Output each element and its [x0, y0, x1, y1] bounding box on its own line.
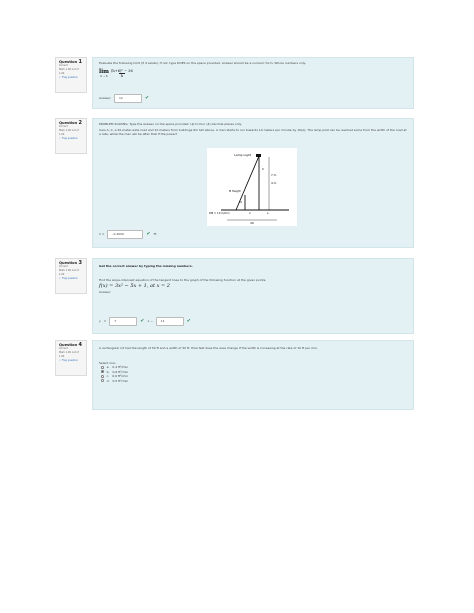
- limit-subscript: h → 6: [100, 75, 108, 79]
- equals-label: =: [103, 319, 107, 324]
- option-letter: d.: [106, 378, 110, 383]
- question-1-content: Evaluate the following limit (if it exis…: [92, 57, 414, 109]
- answer-row: y = 7 ✔ x − 11 ✔: [99, 317, 191, 326]
- intercept-input[interactable]: 11: [155, 317, 184, 326]
- man-height-label: M Height: [229, 189, 241, 193]
- limit-expression: lim h → 6 (h+6)² − 36 h: [99, 69, 407, 79]
- option-text: 0.5 ft²/min: [112, 378, 129, 383]
- base-label: 20: [250, 221, 254, 225]
- question-mark: Mark 1.00 out of 1.00: [59, 68, 79, 75]
- answer-label: Answer:: [99, 96, 112, 101]
- s-label: s: [267, 211, 269, 215]
- c-label: C: [262, 167, 264, 171]
- question-2-content: PROBLEM SOLVING. Type the answer on the …: [92, 118, 414, 248]
- question-mark: Mark 1.00 out of 1.00: [59, 269, 79, 276]
- flag-question-link[interactable]: ⚐ Flag question: [59, 359, 83, 363]
- dim-label: 4 m: [271, 181, 277, 185]
- question-text: Evaluate the following limit (if it exis…: [99, 61, 306, 65]
- answer-label: Answer:: [99, 290, 112, 294]
- question-text: Find the slope-intercept equation of the…: [99, 277, 267, 282]
- lamp-post-diagram: Lamp Light 7 m C 4 m M Height M x s DM =…: [207, 148, 297, 226]
- fraction-denominator: h: [118, 73, 126, 79]
- option-d[interactable]: d. 0.5 ft²/min: [101, 379, 407, 384]
- question-3-content: Get the correct answer by typing the mis…: [92, 258, 414, 334]
- man-label: M: [239, 200, 242, 204]
- question-3-info: Question 3 Correct Mark 1.00 out of 1.00…: [55, 258, 87, 294]
- answer-input[interactable]: 12: [114, 94, 143, 103]
- answer-row: 1 = -0.4000 ✔ Ft: [99, 230, 157, 239]
- question-text: PROBLEM SOLVING. Type the answer on the …: [99, 122, 242, 126]
- question-4-content: A rectangular lot had the length of 50 f…: [92, 340, 414, 410]
- unit-label: Ft: [153, 232, 157, 237]
- flag-question-link[interactable]: ⚐ Flag question: [59, 277, 83, 281]
- question-mark: Mark 1.00 out of 1.00: [59, 351, 79, 358]
- ground-label: DM = 10 m/min: [209, 211, 230, 215]
- check-icon: ✔: [140, 318, 145, 324]
- question-2-info: Question 2 Correct Mark 1.00 out of 1.00…: [55, 118, 87, 154]
- answer-row: Answer: 12 ✔: [99, 94, 149, 103]
- lamp-label: Lamp Light: [234, 153, 252, 157]
- radio-button[interactable]: [101, 379, 104, 383]
- radio-button[interactable]: [101, 374, 104, 378]
- y-label: y: [99, 319, 101, 324]
- question-text: A rectangular lot had the length of 50 f…: [99, 346, 318, 350]
- radio-button[interactable]: [101, 365, 104, 369]
- check-icon: ✔: [186, 318, 191, 324]
- flag-question-link[interactable]: ⚐ Flag question: [59, 137, 83, 141]
- flag-question-link[interactable]: ⚐ Flag question: [59, 76, 83, 80]
- x-label: x: [249, 211, 251, 215]
- question-text-detail: Cars A, C, a 20-meter-wide road and 10 m…: [99, 127, 407, 137]
- question-1-info: Question 1 Correct Mark 1.00 out of 1.00…: [55, 57, 87, 93]
- question-mark: Mark 1.00 out of 1.00: [59, 129, 79, 136]
- radio-button-selected[interactable]: [101, 370, 104, 374]
- question-heading: Get the correct answer by typing the mis…: [99, 264, 193, 268]
- slope-input[interactable]: 7: [109, 317, 138, 326]
- check-icon: ✔: [145, 95, 150, 101]
- answer-label: 1 =: [99, 232, 105, 237]
- check-icon: ✔: [146, 231, 151, 237]
- function-expression: f(x) = 3x² − 5x + 1, at x = 2: [99, 283, 170, 289]
- answer-input[interactable]: -0.4000: [107, 230, 144, 239]
- x-label: x −: [147, 319, 153, 324]
- height-label: 7 m: [271, 173, 277, 177]
- question-4-info: Question 4 Correct Mark 1.00 out of 1.00…: [55, 340, 87, 376]
